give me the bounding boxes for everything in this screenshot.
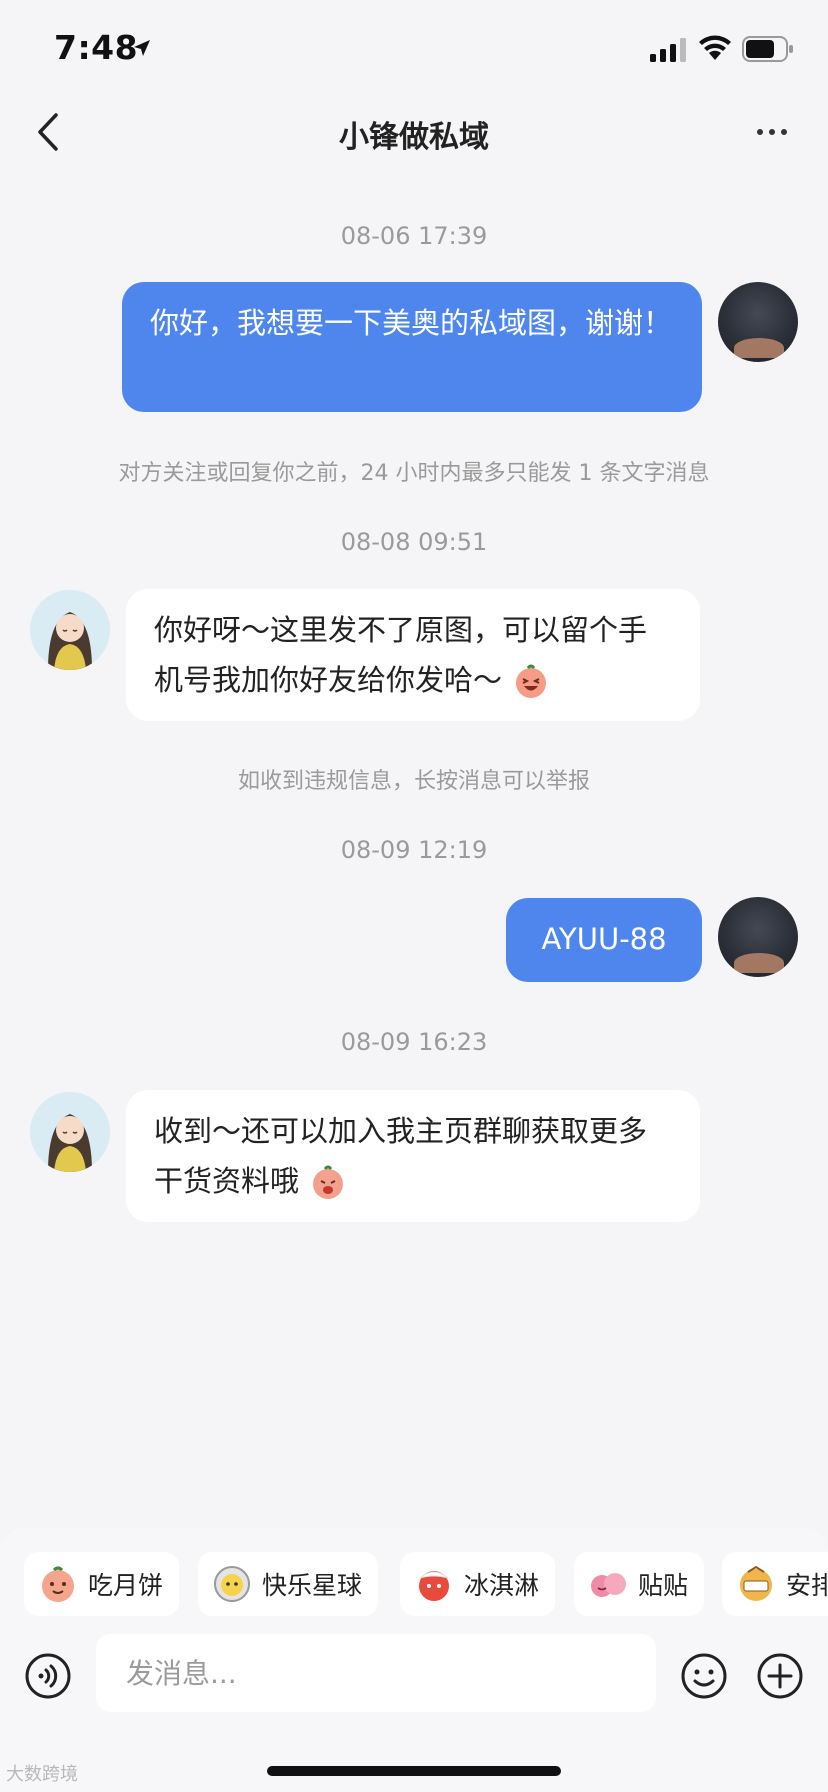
contact-avatar[interactable] xyxy=(30,590,110,670)
self-avatar[interactable] xyxy=(718,282,798,362)
sticker-label: 快乐星球 xyxy=(262,1571,363,1600)
astronaut-sticker-icon xyxy=(214,1566,250,1602)
outgoing-message-bubble[interactable]: AYUU-88 xyxy=(506,898,702,982)
laughing-emoji-icon xyxy=(516,664,547,698)
status-time: 7:48 xyxy=(54,28,139,67)
home-indicator xyxy=(267,1766,561,1776)
message-input-bar: 大数跨境 xyxy=(0,1634,828,1792)
girl-avatar-icon xyxy=(30,1092,110,1172)
message-text: 你好呀～这里发不了原图，可以留个手机号我加你好友给你发哈～ xyxy=(154,613,648,697)
more-options-button[interactable] xyxy=(748,120,796,144)
self-avatar[interactable] xyxy=(718,897,798,977)
sticker-suggestion-bar: 吃月饼 快乐星球 冰淇淋 贴贴 安排 xyxy=(0,1528,828,1634)
sticker-label: 安排 xyxy=(786,1571,828,1600)
emoji-icon[interactable] xyxy=(680,1652,728,1700)
outgoing-message-bubble[interactable]: 你好，我想要一下美奥的私域图，谢谢！ xyxy=(122,282,702,412)
icecream-sticker-icon xyxy=(419,1571,449,1601)
sticker-chip[interactable]: 吃月饼 xyxy=(24,1552,180,1616)
more-dot-icon xyxy=(781,129,787,135)
mooncake-sticker-icon xyxy=(42,1566,74,1602)
sticker-label: 吃月饼 xyxy=(88,1571,164,1600)
message-text: 收到～还可以加入我主页群聊获取更多干货资料哦 xyxy=(154,1114,648,1198)
system-notice: 对方关注或回复你之前，24 小时内最多只能发 1 条文字消息 xyxy=(118,461,710,486)
plus-icon[interactable] xyxy=(756,1652,804,1700)
wifi-icon xyxy=(699,35,731,60)
girl-avatar-icon xyxy=(30,590,110,670)
sticker-label: 冰淇淋 xyxy=(464,1571,540,1600)
message-timestamp: 08-08 09:51 xyxy=(340,528,488,556)
cuddle-sticker-icon xyxy=(591,1573,626,1597)
voice-input-icon[interactable] xyxy=(24,1652,72,1700)
incoming-message-bubble[interactable]: 你好呀～这里发不了原图，可以留个手机号我加你好友给你发哈～ xyxy=(126,589,700,721)
location-arrow-icon xyxy=(134,40,150,56)
sticker-chip[interactable]: 贴贴 xyxy=(574,1552,705,1616)
message-timestamp: 08-09 12:19 xyxy=(340,836,488,864)
arrange-sticker-icon xyxy=(740,1565,772,1601)
watermark: 大数跨境 xyxy=(6,1764,78,1785)
contact-avatar[interactable] xyxy=(30,1092,110,1172)
sticker-chip[interactable]: 冰淇淋 xyxy=(400,1552,556,1616)
more-dot-icon xyxy=(757,129,763,135)
sticker-label: 贴贴 xyxy=(638,1571,689,1600)
sticker-chip[interactable]: 快乐星球 xyxy=(198,1552,379,1616)
cheeky-emoji-icon xyxy=(313,1165,344,1199)
cellular-signal-icon xyxy=(650,38,686,62)
message-input[interactable] xyxy=(96,1634,656,1712)
sticker-chip[interactable]: 安排 xyxy=(722,1552,828,1616)
incoming-message-bubble[interactable]: 收到～还可以加入我主页群聊获取更多干货资料哦 xyxy=(126,1090,700,1222)
battery-icon xyxy=(742,36,793,62)
message-timestamp: 08-09 16:23 xyxy=(340,1028,488,1056)
more-dot-icon xyxy=(769,129,775,135)
status-bar: 7:48 xyxy=(0,0,828,100)
system-notice: 如收到违规信息，长按消息可以举报 xyxy=(237,769,590,794)
page-title: 小锋做私域 xyxy=(339,120,489,155)
chat-header: 小锋做私域 xyxy=(0,100,828,164)
message-timestamp: 08-06 17:39 xyxy=(340,222,488,250)
